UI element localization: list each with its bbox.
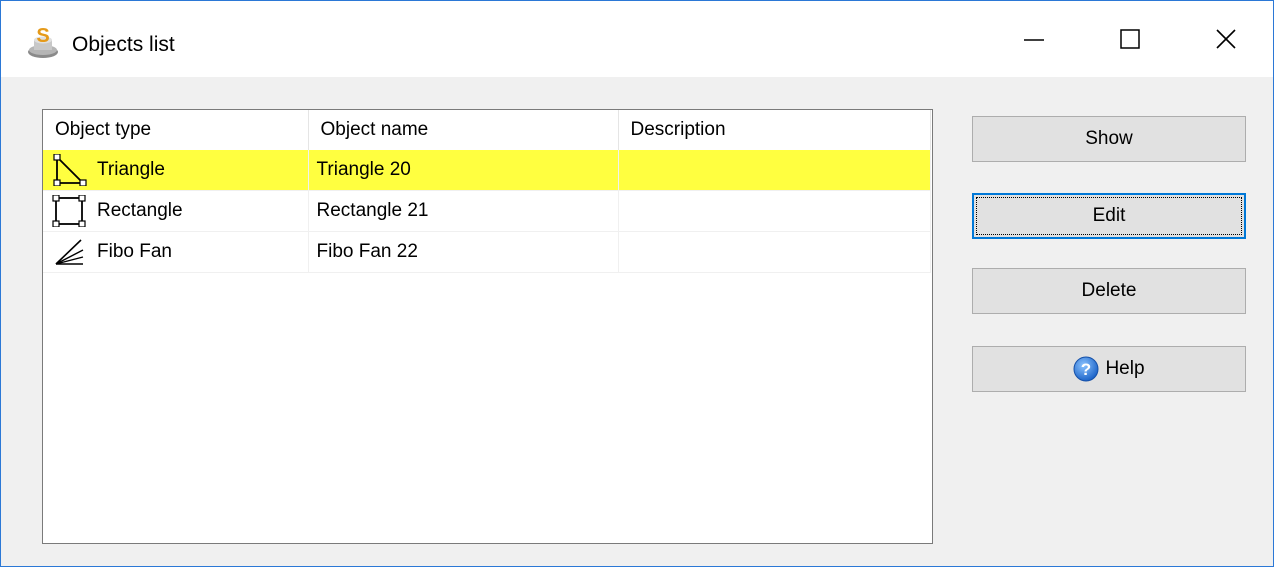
- table-row[interactable]: Triangle Triangle 20: [43, 150, 931, 191]
- object-type-cell: Triangle: [43, 150, 309, 191]
- objects-list-window: S Objects list Object type Object name D…: [0, 0, 1274, 567]
- object-type-label: Fibo Fan: [97, 241, 172, 262]
- window-title: Objects list: [72, 33, 175, 56]
- object-name-cell: Rectangle 21: [308, 190, 619, 232]
- show-button-label: Show: [1085, 128, 1133, 149]
- objects-table: Object type Object name Description Tria…: [43, 110, 931, 273]
- objects-list-view[interactable]: Object type Object name Description Tria…: [42, 109, 933, 544]
- column-header-object-type[interactable]: Object type: [43, 110, 309, 150]
- title-bar[interactable]: S Objects list: [1, 1, 1273, 77]
- edit-button[interactable]: Edit: [972, 193, 1246, 239]
- description-cell: [618, 231, 931, 273]
- rectangle-icon: [52, 195, 86, 227]
- help-button[interactable]: ? Help: [972, 346, 1246, 392]
- focus-rectangle: [976, 197, 1242, 235]
- svg-text:?: ?: [1081, 360, 1091, 379]
- show-button[interactable]: Show: [972, 116, 1246, 162]
- help-icon: ?: [1073, 356, 1099, 382]
- table-row[interactable]: Rectangle Rectangle 21: [43, 190, 931, 232]
- maximize-button[interactable]: [1082, 1, 1178, 77]
- description-cell: [618, 190, 931, 232]
- triangle-icon: [53, 154, 87, 186]
- object-type-cell: Fibo Fan: [43, 231, 309, 273]
- table-row[interactable]: Fibo Fan Fibo Fan 22: [43, 231, 931, 273]
- close-icon: [1216, 29, 1236, 49]
- minimize-icon: [1024, 39, 1044, 41]
- object-type-cell: Rectangle: [43, 190, 309, 232]
- maximize-icon: [1120, 29, 1140, 49]
- fibo-fan-icon: [55, 239, 84, 265]
- svg-text:S: S: [36, 25, 49, 47]
- column-header-object-name[interactable]: Object name: [308, 110, 619, 150]
- object-type-label: Triangle: [97, 159, 165, 180]
- help-button-label: Help: [1105, 358, 1145, 379]
- close-button[interactable]: [1178, 1, 1274, 77]
- minimize-button[interactable]: [986, 1, 1082, 77]
- object-name-cell: Triangle 20: [308, 150, 619, 191]
- description-cell: [618, 150, 931, 191]
- object-name-cell: Fibo Fan 22: [308, 231, 619, 273]
- object-type-label: Rectangle: [97, 200, 183, 221]
- column-header-description[interactable]: Description: [618, 110, 931, 150]
- delete-button[interactable]: Delete: [972, 268, 1246, 314]
- table-header-row: Object type Object name Description: [43, 110, 931, 150]
- app-icon: S: [28, 25, 58, 58]
- delete-button-label: Delete: [1081, 280, 1137, 301]
